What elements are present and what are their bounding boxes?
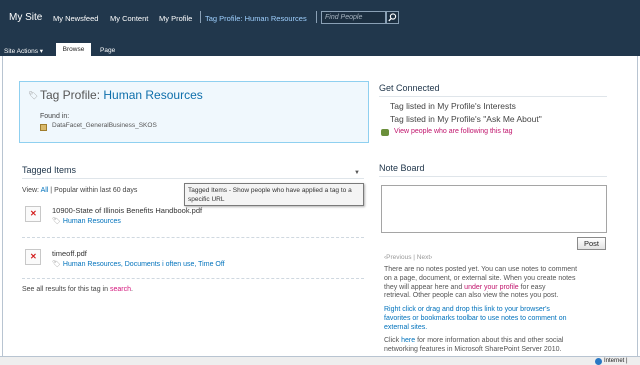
see-all-text: See all results for this tag in xyxy=(22,286,108,293)
bookmarklet-line[interactable]: Right click or drag and drop this link t… xyxy=(384,306,614,315)
note-pager: ‹Previous | Next› xyxy=(384,254,432,261)
message-line: retrieval. Other people can also view th… xyxy=(384,292,559,300)
security-zone-label: Internet | xyxy=(604,358,628,364)
view-followers-link[interactable]: View people who are following this tag xyxy=(394,128,513,135)
under-your-profile-link[interactable]: under your profile xyxy=(464,284,518,291)
chevron-down-icon[interactable]: ▼ xyxy=(354,170,360,176)
page-title: Tag Profile: Human Resources xyxy=(40,88,203,102)
nav-divider xyxy=(200,11,201,23)
bookmarklet-line[interactable]: external sites. xyxy=(384,324,614,333)
pager-separator: | xyxy=(413,254,415,261)
message-text: they will appear here and xyxy=(384,283,463,291)
tab-browse[interactable]: Browse xyxy=(56,43,91,56)
view-all-link[interactable]: All xyxy=(41,187,49,194)
item-tags: 🏷︎ Human Resources xyxy=(52,217,121,225)
view-filter: View: All | Popular within last 60 days xyxy=(22,187,137,194)
top-bar: My Site My Newsfeed My Content My Profil… xyxy=(0,0,640,32)
tab-page[interactable]: Page xyxy=(100,47,115,54)
bookmarklet-link[interactable]: Right click or drag and drop this link t… xyxy=(384,306,614,332)
get-connected-heading: Get Connected xyxy=(379,83,440,93)
more-info-message: Click here for more information about th… xyxy=(384,337,614,355)
message-line: on a page, document, or external site. W… xyxy=(384,274,576,282)
ribbon: Site Actions ▾ Browse Page xyxy=(0,32,640,56)
item-title[interactable]: 10900-State of Illinois Benefits Handboo… xyxy=(52,206,202,215)
interests-item: Tag listed in My Profile's Interests xyxy=(390,101,516,111)
note-textarea[interactable] xyxy=(381,185,607,233)
message-line: they will appear here and under your pro… xyxy=(384,284,614,293)
item-tag-link[interactable]: Human Resources, Documents i often use, … xyxy=(63,261,225,268)
tag-icon: 🏷︎ xyxy=(52,261,61,268)
item-tags: 🏷︎ Human Resources, Documents i often use… xyxy=(52,260,225,268)
found-in-label: Found in: xyxy=(40,113,70,120)
tag-icon: 🏷︎ xyxy=(52,218,61,225)
ask-me-about-item: Tag listed in My Profile's "Ask Me About… xyxy=(390,114,542,124)
item-title[interactable]: timeoff.pdf xyxy=(52,249,87,258)
see-all-period: . xyxy=(130,286,133,293)
bookmarklet-line[interactable]: favorites or bookmarks toolbar to use no… xyxy=(384,315,614,324)
message-text: for easy xyxy=(520,283,546,291)
find-people-input[interactable]: Find People xyxy=(321,11,386,24)
pdf-broken-icon[interactable]: ✕ xyxy=(25,206,41,222)
nav-tag-profile[interactable]: Tag Profile: Human Resources xyxy=(205,14,307,23)
view-separator: | xyxy=(50,187,53,194)
no-notes-message: There are no notes posted yet. You can u… xyxy=(384,266,614,301)
browser-status-bar: Internet | xyxy=(0,356,640,365)
see-all-results: See all results for this tag in search. xyxy=(22,286,133,293)
item-tag-link[interactable]: Human Resources xyxy=(63,218,121,225)
nav-divider xyxy=(316,11,317,23)
search-link[interactable]: search xyxy=(110,286,131,293)
nav-my-newsfeed[interactable]: My Newsfeed xyxy=(53,14,98,23)
tag-icon: 🏷︎ xyxy=(28,91,39,100)
tag-profile-box: 🏷︎ Tag Profile: Human Resources Found in… xyxy=(19,81,369,143)
previous-link[interactable]: Previous xyxy=(386,254,411,261)
next-link[interactable]: Next xyxy=(417,254,430,261)
search-icon xyxy=(388,13,397,22)
site-actions-label: Site Actions xyxy=(4,48,38,55)
internet-zone-icon xyxy=(595,358,602,365)
nav-my-profile[interactable]: My Profile xyxy=(159,14,192,23)
site-title[interactable]: My Site xyxy=(9,12,42,23)
main-content: 🏷︎ Tag Profile: Human Resources Found in… xyxy=(2,56,638,361)
view-label: View: xyxy=(22,187,39,194)
item-divider xyxy=(22,237,364,238)
section-divider xyxy=(379,96,607,97)
tagged-items-heading: Tagged Items xyxy=(22,165,77,175)
message-line: Click here for more information about th… xyxy=(384,337,614,346)
here-link[interactable]: here xyxy=(401,337,415,344)
site-actions-menu[interactable]: Site Actions ▾ xyxy=(4,47,43,55)
message-line: There are no notes posted yet. You can u… xyxy=(384,266,578,273)
page-title-tag-name: Human Resources xyxy=(103,88,203,102)
message-text: Click xyxy=(384,337,400,344)
message-text: for more information about this and othe… xyxy=(417,337,564,344)
nav-my-content[interactable]: My Content xyxy=(110,14,148,23)
chevron-right-icon: › xyxy=(430,254,433,261)
people-icon xyxy=(381,129,389,136)
view-popular-link[interactable]: Popular within last 60 days xyxy=(54,187,137,194)
post-button[interactable]: Post xyxy=(577,237,606,250)
item-divider xyxy=(22,278,364,279)
note-board-heading: Note Board xyxy=(379,163,425,173)
search-button[interactable] xyxy=(386,11,399,24)
section-divider xyxy=(379,176,607,177)
found-in-value: DataFacet_GeneralBusiness_SKOS xyxy=(52,122,157,129)
term-set-icon xyxy=(40,124,47,131)
page-title-prefix: Tag Profile: xyxy=(40,88,104,102)
pdf-broken-icon[interactable]: ✕ xyxy=(25,249,41,265)
tooltip: Tagged Items - Show people who have appl… xyxy=(184,183,364,206)
section-divider xyxy=(22,178,364,179)
message-line: networking features in Microsoft SharePo… xyxy=(384,345,562,353)
chevron-down-icon: ▾ xyxy=(39,48,44,55)
